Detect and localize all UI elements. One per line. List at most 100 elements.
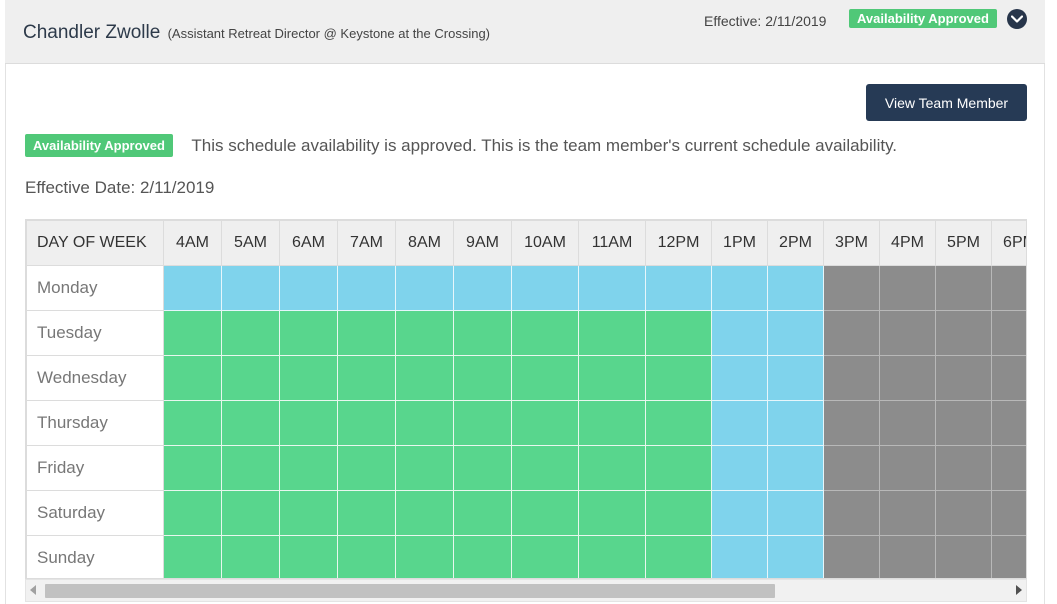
availability-cell[interactable] (767, 490, 824, 536)
availability-cell[interactable] (511, 535, 579, 578)
availability-cell[interactable] (511, 490, 579, 536)
availability-cell[interactable] (163, 310, 222, 356)
availability-cell[interactable] (991, 535, 1026, 578)
availability-cell[interactable] (337, 355, 396, 401)
availability-cell[interactable] (645, 310, 712, 356)
availability-cell[interactable] (823, 265, 880, 311)
availability-cell[interactable] (163, 355, 222, 401)
availability-cell[interactable] (221, 535, 280, 578)
availability-cell[interactable] (279, 400, 338, 446)
availability-cell[interactable] (221, 310, 280, 356)
availability-cell[interactable] (221, 265, 280, 311)
availability-cell[interactable] (221, 355, 280, 401)
availability-cell[interactable] (645, 400, 712, 446)
availability-cell[interactable] (991, 445, 1026, 491)
availability-cell[interactable] (163, 265, 222, 311)
availability-cell[interactable] (767, 355, 824, 401)
availability-cell[interactable] (163, 490, 222, 536)
availability-cell[interactable] (935, 535, 992, 578)
availability-cell[interactable] (935, 310, 992, 356)
availability-cell[interactable] (823, 490, 880, 536)
availability-cell[interactable] (337, 535, 396, 578)
availability-cell[interactable] (453, 535, 512, 578)
availability-cell[interactable] (711, 310, 768, 356)
availability-cell[interactable] (511, 400, 579, 446)
availability-cell[interactable] (578, 355, 646, 401)
availability-cell[interactable] (711, 265, 768, 311)
availability-cell[interactable] (578, 400, 646, 446)
availability-cell[interactable] (645, 535, 712, 578)
availability-cell[interactable] (645, 355, 712, 401)
availability-cell[interactable] (511, 310, 579, 356)
availability-cell[interactable] (395, 400, 454, 446)
availability-cell[interactable] (511, 355, 579, 401)
availability-cell[interactable] (395, 445, 454, 491)
availability-cell[interactable] (645, 265, 712, 311)
scrollbar-thumb[interactable] (45, 584, 775, 598)
availability-cell[interactable] (991, 490, 1026, 536)
availability-cell[interactable] (511, 265, 579, 311)
availability-cell[interactable] (991, 265, 1026, 311)
availability-cell[interactable] (279, 265, 338, 311)
availability-cell[interactable] (578, 310, 646, 356)
availability-cell[interactable] (935, 265, 992, 311)
availability-cell[interactable] (221, 400, 280, 446)
availability-cell[interactable] (337, 490, 396, 536)
availability-cell[interactable] (823, 400, 880, 446)
availability-cell[interactable] (279, 445, 338, 491)
view-team-member-button[interactable]: View Team Member (866, 84, 1027, 121)
availability-cell[interactable] (935, 355, 992, 401)
availability-cell[interactable] (578, 535, 646, 578)
availability-cell[interactable] (991, 310, 1026, 356)
availability-cell[interactable] (935, 400, 992, 446)
availability-cell[interactable] (337, 400, 396, 446)
availability-cell[interactable] (337, 310, 396, 356)
availability-cell[interactable] (879, 355, 936, 401)
availability-cell[interactable] (879, 445, 936, 491)
availability-cell[interactable] (823, 355, 880, 401)
availability-cell[interactable] (279, 355, 338, 401)
availability-cell[interactable] (453, 445, 512, 491)
availability-cell[interactable] (578, 490, 646, 536)
availability-cell[interactable] (337, 265, 396, 311)
availability-cell[interactable] (767, 445, 824, 491)
availability-cell[interactable] (879, 265, 936, 311)
availability-cell[interactable] (935, 445, 992, 491)
availability-cell[interactable] (395, 310, 454, 356)
availability-cell[interactable] (511, 445, 579, 491)
availability-cell[interactable] (163, 400, 222, 446)
availability-cell[interactable] (645, 445, 712, 491)
availability-cell[interactable] (935, 490, 992, 536)
availability-cell[interactable] (991, 355, 1026, 401)
availability-cell[interactable] (823, 535, 880, 578)
availability-cell[interactable] (453, 355, 512, 401)
availability-cell[interactable] (767, 310, 824, 356)
availability-cell[interactable] (453, 400, 512, 446)
availability-cell[interactable] (163, 535, 222, 578)
availability-cell[interactable] (879, 310, 936, 356)
availability-cell[interactable] (395, 490, 454, 536)
availability-cell[interactable] (453, 310, 512, 356)
availability-cell[interactable] (879, 535, 936, 578)
availability-cell[interactable] (279, 535, 338, 578)
scroll-left-icon[interactable] (30, 585, 36, 595)
availability-cell[interactable] (395, 355, 454, 401)
horizontal-scrollbar[interactable] (25, 579, 1027, 602)
availability-cell[interactable] (578, 265, 646, 311)
availability-cell[interactable] (453, 265, 512, 311)
availability-cell[interactable] (453, 490, 512, 536)
availability-cell[interactable] (823, 310, 880, 356)
availability-cell[interactable] (279, 490, 338, 536)
availability-cell[interactable] (221, 490, 280, 536)
availability-cell[interactable] (395, 265, 454, 311)
availability-cell[interactable] (711, 400, 768, 446)
availability-cell[interactable] (711, 535, 768, 578)
availability-cell[interactable] (991, 400, 1026, 446)
availability-cell[interactable] (645, 490, 712, 536)
availability-cell[interactable] (711, 490, 768, 536)
availability-cell[interactable] (767, 400, 824, 446)
availability-cell[interactable] (163, 445, 222, 491)
availability-cell[interactable] (767, 535, 824, 578)
availability-cell[interactable] (711, 355, 768, 401)
availability-cell[interactable] (279, 310, 338, 356)
